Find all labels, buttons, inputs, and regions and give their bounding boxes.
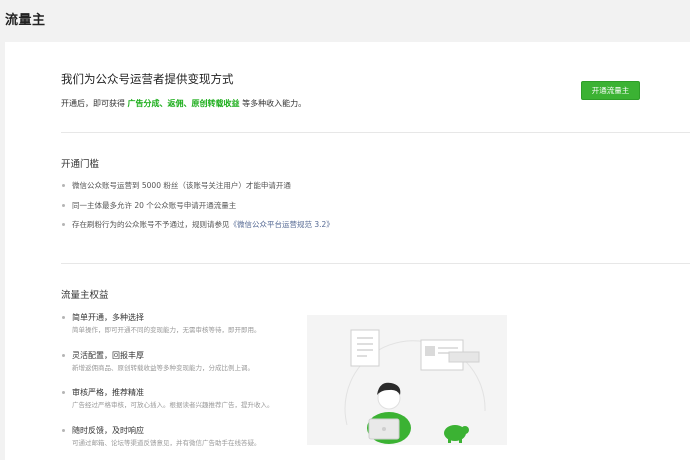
- intro-desc-highlight: 广告分成、返佣、原创转载收益: [127, 99, 240, 108]
- requirement-item: 微信公众账号运营到 5000 粉丝（该账号关注用户）才能申请开通: [61, 180, 334, 200]
- requirements-title: 开通门槛: [61, 159, 100, 170]
- benefit-title: 审核严格，推荐精准: [72, 388, 144, 397]
- requirement-text: 微信公众账号运营到 5000 粉丝（该账号关注用户）才能申请开通: [72, 181, 291, 190]
- requirements-list: 微信公众账号运营到 5000 粉丝（该账号关注用户）才能申请开通 同一主体最多允…: [61, 180, 334, 239]
- intro-desc-suffix: 等多种收入能力。: [239, 99, 307, 108]
- benefits-list: 简单开通，多种选择 简单操作，即可开通不同的变现能力，无需审核等待，即开即用。 …: [61, 312, 274, 460]
- benefit-item: 灵活配置，回报丰厚 新增返佣商品、原创转载收益等多种变现能力，分成比例上调。: [61, 350, 274, 388]
- benefit-title: 灵活配置，回报丰厚: [72, 350, 144, 360]
- document-icon: [350, 329, 380, 367]
- intro-desc-prefix: 开通后，即可获得: [61, 99, 128, 108]
- benefit-description: 简单操作，即可开通不同的变现能力，无需审核等待，即开即用。: [72, 326, 261, 334]
- top-bar: 流量主: [0, 0, 690, 42]
- intro-heading: 我们为公众号运营者提供变现方式: [61, 72, 234, 86]
- requirement-item: 存在刷粉行为的公众账号不予通过，规则请参见《微信公众平台运营规范 3.2》: [61, 219, 334, 239]
- divider: [61, 132, 690, 133]
- operation-rules-link[interactable]: 《微信公众平台运营规范 3.2》: [230, 220, 334, 229]
- benefit-description: 广告经过严格审核，可放心插入。根据读者兴趣推荐广告，提升收入。: [72, 401, 274, 409]
- benefit-title: 简单开通，多种选择: [72, 313, 144, 322]
- content-card: 我们为公众号运营者提供变现方式 开通后，即可获得 广告分成、返佣、原创转载收益 …: [5, 42, 690, 460]
- benefit-description: 新增返佣商品、原创转载收益等多种变现能力，分成比例上调。: [72, 363, 254, 372]
- benefits-illustration: [307, 315, 507, 445]
- benefit-item: 简单开通，多种选择 简单操作，即可开通不同的变现能力，无需审核等待，即开即用。: [61, 312, 274, 350]
- requirement-text: 同一主体最多允许 20 个公众账号申请开通流量主: [72, 200, 237, 210]
- open-traffic-master-button[interactable]: 开通流量主: [581, 81, 640, 100]
- benefit-item: 审核严格，推荐精准 广告经过严格审核，可放心插入。根据读者兴趣推荐广告，提升收入…: [61, 387, 274, 425]
- benefits-title: 流量主权益: [61, 290, 109, 301]
- benefit-title: 随时反馈，及时响应: [72, 425, 144, 435]
- intro-description: 开通后，即可获得 广告分成、返佣、原创转载收益 等多种收入能力。: [61, 98, 306, 109]
- requirement-text: 存在刷粉行为的公众账号不予通过，规则请参见: [72, 220, 230, 229]
- divider: [61, 263, 690, 264]
- page-title: 流量主: [5, 13, 46, 28]
- benefit-item: 随时反馈，及时响应 可通过邮箱、论坛等渠道反馈意见，并有微信广告助手在线答疑。: [61, 425, 274, 460]
- requirement-item: 同一主体最多允许 20 个公众账号申请开通流量主: [61, 200, 334, 220]
- benefit-description: 可通过邮箱、论坛等渠道反馈意见，并有微信广告助手在线答疑。: [72, 438, 261, 447]
